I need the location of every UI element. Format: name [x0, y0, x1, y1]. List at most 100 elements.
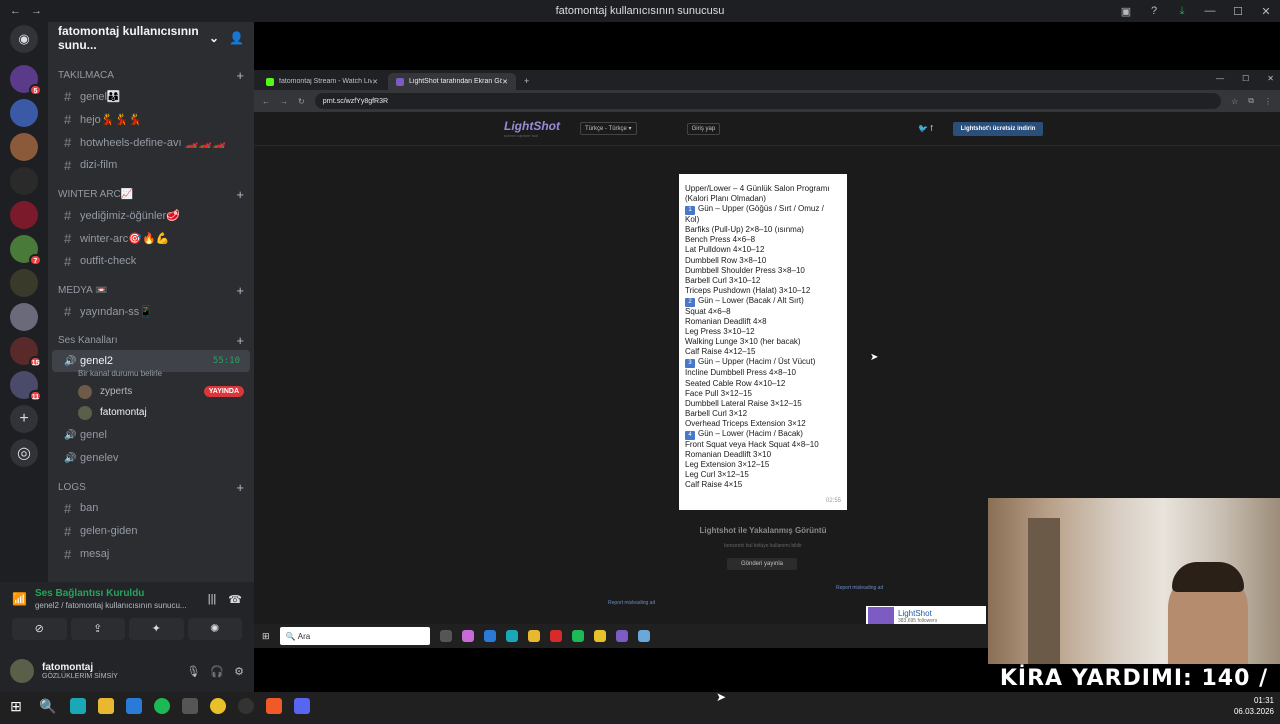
- channel-winter-arc[interactable]: # winter-arc🎯🔥💪: [52, 227, 250, 249]
- category-takilmaca[interactable]: TAKILMACA +: [48, 66, 254, 84]
- mail-icon[interactable]: [483, 630, 496, 642]
- activities-button[interactable]: ✦: [129, 618, 184, 640]
- channel-hotwheels[interactable]: # hotwheels-define-avı 🏎️🏎️🏎️: [52, 131, 250, 153]
- lightshot-logo[interactable]: LightShot screen capture tool: [504, 119, 560, 138]
- inbox-icon[interactable]: ▣: [1112, 5, 1140, 18]
- avatar[interactable]: [10, 659, 34, 683]
- voice-status-subtitle[interactable]: genel2 / fatomontaj kullanıcısının sunuc…: [35, 601, 208, 610]
- voice-channel-genel[interactable]: 🔊 genel: [52, 424, 250, 446]
- channel-dizi-film[interactable]: # dizi-film: [52, 154, 250, 176]
- task-view-icon[interactable]: [439, 630, 452, 642]
- folder-icon[interactable]: [98, 698, 114, 714]
- channel-genel[interactable]: # genel👨‍👩‍👦: [52, 85, 250, 107]
- back-icon[interactable]: ←: [262, 97, 270, 106]
- voice-user[interactable]: zyperts YAYINDA: [48, 381, 254, 402]
- channel-hejo[interactable]: # hejo💃💃💃: [52, 108, 250, 130]
- server-icon[interactable]: [10, 269, 38, 297]
- server-icon[interactable]: 5: [10, 65, 42, 96]
- close-icon[interactable]: ✕: [1267, 74, 1274, 83]
- add-member-icon[interactable]: 👤: [229, 31, 244, 45]
- chrome-icon[interactable]: [593, 630, 606, 642]
- category-medya[interactable]: MEDYA 📼 +: [48, 281, 254, 299]
- channel-outfit-check[interactable]: # outfit-check: [52, 250, 250, 272]
- forward-icon[interactable]: →: [280, 97, 288, 106]
- menu-icon[interactable]: ⋮: [1264, 97, 1272, 106]
- chrome-icon[interactable]: [210, 698, 226, 714]
- signal-icon[interactable]: 📶: [12, 592, 27, 606]
- add-channel-icon[interactable]: +: [236, 480, 244, 495]
- social-links[interactable]: 🐦 f: [918, 124, 932, 133]
- close-icon[interactable]: ✕: [1252, 5, 1280, 18]
- bookmark-icon[interactable]: ☆: [1231, 97, 1238, 106]
- disconnect-icon[interactable]: ☎: [228, 593, 242, 606]
- app-icon[interactable]: [637, 630, 650, 642]
- browser-tab[interactable]: LightShot tarafından Ekran Görü ✕: [388, 73, 516, 90]
- gear-icon[interactable]: ⚙: [234, 665, 244, 678]
- noise-suppression-icon[interactable]: |||: [208, 593, 217, 605]
- discord-home-icon[interactable]: ◉: [10, 25, 38, 53]
- channel-gelen-giden[interactable]: # gelen-giden: [52, 520, 250, 542]
- url-field[interactable]: prnt.sc/wzfYy8gfR3R: [314, 93, 1222, 109]
- login-button[interactable]: Giriş yap: [686, 122, 721, 135]
- channel-yayindan-ss[interactable]: # yayından-ss📱: [52, 300, 250, 322]
- image-actions[interactable]: benzerini bul kötüye kullanımı bildir: [679, 543, 847, 549]
- forward-icon[interactable]: →: [31, 5, 42, 17]
- extensions-icon[interactable]: ⧉: [1248, 96, 1254, 106]
- maximize-icon[interactable]: ☐: [1224, 5, 1252, 18]
- close-icon[interactable]: ✕: [372, 78, 378, 86]
- server-icon[interactable]: 7: [10, 235, 42, 266]
- lightshot-badge[interactable]: LightShot 383,695 followers: [866, 606, 986, 626]
- server-icon[interactable]: [10, 99, 38, 127]
- obs-icon[interactable]: [238, 698, 254, 714]
- add-channel-icon[interactable]: +: [236, 333, 244, 348]
- add-server-icon[interactable]: +: [10, 405, 38, 433]
- edge-icon[interactable]: [505, 630, 518, 642]
- new-tab-icon[interactable]: +: [518, 76, 535, 90]
- add-channel-icon[interactable]: +: [236, 283, 244, 298]
- soundboard-button[interactable]: ✺: [187, 618, 242, 640]
- server-icon[interactable]: [10, 303, 38, 331]
- folder-icon[interactable]: [527, 630, 540, 642]
- voice-channel-genelev[interactable]: 🔊 genelev: [52, 447, 250, 469]
- download-button[interactable]: Lightshot'ı ücretsiz indirin: [952, 121, 1044, 136]
- headphones-icon[interactable]: 🎧: [210, 665, 224, 678]
- channel-yedigimiz[interactable]: # yediğimiz-öğünler🥩: [52, 204, 250, 226]
- edge-icon[interactable]: [70, 698, 86, 714]
- download-icon[interactable]: ⤓: [1168, 5, 1196, 18]
- minimize-icon[interactable]: —: [1196, 5, 1224, 17]
- server-icon[interactable]: [10, 133, 38, 161]
- camera-off-button[interactable]: ⊘: [12, 618, 67, 640]
- category-ses-kanallari[interactable]: Ses Kanalları +: [48, 331, 254, 349]
- copilot-icon[interactable]: [461, 630, 474, 642]
- language-select[interactable]: Türkçe - Türkçe ▾: [579, 122, 637, 135]
- server-icon[interactable]: [10, 201, 38, 229]
- spotify-icon[interactable]: [571, 630, 584, 642]
- screenshot-image[interactable]: Upper/Lower – 4 Günlük Salon Programı (Ka…: [679, 174, 847, 510]
- reload-icon[interactable]: ↻: [298, 97, 305, 106]
- maximize-icon[interactable]: ☐: [1242, 74, 1249, 83]
- explore-icon[interactable]: ◎: [10, 439, 38, 467]
- system-clock[interactable]: 01:31 06.03.2026: [1234, 695, 1274, 717]
- calculator-icon[interactable]: [182, 698, 198, 714]
- search-icon[interactable]: 🔍: [38, 696, 58, 716]
- discord-icon[interactable]: [294, 698, 310, 714]
- back-icon[interactable]: ←: [10, 5, 21, 17]
- opera-icon[interactable]: [549, 630, 562, 642]
- add-channel-icon[interactable]: +: [236, 187, 244, 202]
- spotify-icon[interactable]: [154, 698, 170, 714]
- channel-status[interactable]: Bir kanal durumu belirle: [48, 369, 254, 381]
- discord-icon[interactable]: [615, 630, 628, 642]
- server-header[interactable]: fatomontaj kullanıcısının sunu... ⌄ 👤: [48, 22, 254, 54]
- minimize-icon[interactable]: —: [1216, 74, 1224, 83]
- share-button[interactable]: Gönderi yayınla: [727, 558, 797, 570]
- channel-ban[interactable]: # ban: [52, 497, 250, 519]
- store-icon[interactable]: [126, 698, 142, 714]
- add-channel-icon[interactable]: +: [236, 68, 244, 83]
- close-icon[interactable]: ✕: [502, 78, 508, 86]
- search-input[interactable]: 🔍 Ara: [279, 627, 430, 645]
- help-icon[interactable]: ?: [1140, 5, 1168, 17]
- server-icon[interactable]: 11: [10, 371, 42, 402]
- report-ad-link[interactable]: Report misleading ad: [836, 585, 883, 591]
- server-icon[interactable]: 15: [10, 337, 42, 368]
- brave-icon[interactable]: [266, 698, 282, 714]
